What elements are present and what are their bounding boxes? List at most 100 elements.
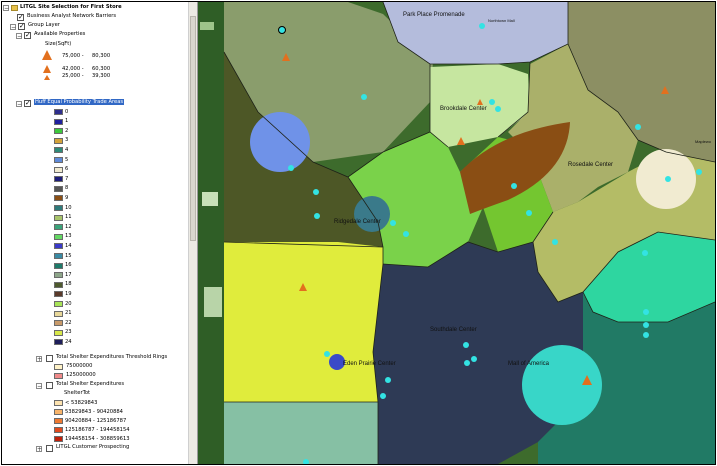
customer-point[interactable] <box>385 377 391 383</box>
trade-area-label: 0 <box>65 108 69 115</box>
customer-point[interactable] <box>380 393 386 399</box>
group-layer-checkbox[interactable]: ✓ <box>18 23 25 30</box>
trade-area-swatch <box>54 118 63 125</box>
trade-area-label: 9 <box>65 194 69 201</box>
trade-area-label: 22 <box>65 319 72 326</box>
trade-area-swatch <box>54 157 63 163</box>
trade-area-label: 2 <box>65 127 69 134</box>
customer-point[interactable] <box>526 210 532 216</box>
customer-toggle[interactable]: + <box>36 446 42 453</box>
size-class-high: 80,300 <box>92 53 111 59</box>
trade-area-swatch <box>54 166 63 173</box>
trade-area-swatch <box>54 205 63 211</box>
customer-point[interactable] <box>288 165 294 171</box>
customer-point[interactable] <box>403 231 409 237</box>
trade-area-label: 20 <box>65 300 72 307</box>
basemap-patch <box>202 192 218 206</box>
business-analyst-checkbox[interactable]: ✓ <box>17 14 24 21</box>
trade-area-label: 10 <box>65 204 72 211</box>
trade-area-swatch <box>54 301 63 307</box>
maplewood-label: Maplewo <box>695 139 712 144</box>
huff-toggle[interactable]: − <box>16 101 22 108</box>
customer-point[interactable] <box>643 322 649 328</box>
available-properties-label: Available Properties <box>34 31 86 37</box>
size-class-low: 25,000 - <box>62 73 84 79</box>
customer-point[interactable] <box>495 106 501 112</box>
customer-point[interactable] <box>279 27 285 33</box>
customer-point[interactable] <box>464 360 470 366</box>
map-view[interactable]: Park Place Promenade Northtown Mall Broo… <box>198 2 715 464</box>
shelter-rings-checkbox[interactable] <box>46 355 53 362</box>
trade-area-label: 16 <box>65 262 72 269</box>
layers-icon <box>11 5 18 11</box>
customer-point[interactable] <box>361 94 367 100</box>
customer-point[interactable] <box>643 332 649 338</box>
customer-checkbox[interactable] <box>46 445 53 452</box>
trade-area-swatch <box>54 320 63 327</box>
customer-point[interactable] <box>463 342 469 348</box>
trade-area-label: 19 <box>65 290 72 297</box>
medium-property-symbol <box>43 65 51 73</box>
scrollbar-thumb[interactable] <box>190 16 196 241</box>
trade-area-swatch <box>54 291 63 298</box>
shelter-field-label: ShelterTot <box>64 390 91 396</box>
trade-area-swatch <box>54 185 63 192</box>
ring-swatch <box>54 364 63 370</box>
customer-point[interactable] <box>643 309 649 315</box>
threshold-ring <box>354 196 390 232</box>
table-of-contents: − LITGL Site Selection for First Store ✓… <box>2 2 198 464</box>
huff-checkbox[interactable]: ✓ <box>24 100 31 107</box>
trade-area-label: 21 <box>65 310 72 317</box>
size-class-high: 39,300 <box>92 73 111 79</box>
available-properties-toggle[interactable]: − <box>16 33 22 40</box>
trade-area-label: 1 <box>65 118 69 125</box>
customer-point[interactable] <box>324 351 330 357</box>
map-document-title: LITGL Site Selection for First Store <box>20 4 122 10</box>
size-class-low: 75,000 - <box>62 53 84 59</box>
toc-scrollbar[interactable] <box>188 2 197 464</box>
trade-area-swatch <box>54 195 63 202</box>
ring-swatch <box>54 373 63 379</box>
trade-area-label: 11 <box>65 214 72 221</box>
available-properties-checkbox[interactable]: ✓ <box>24 32 31 39</box>
trade-area-swatch <box>54 253 63 259</box>
customer-point[interactable] <box>665 176 671 182</box>
shelter-exp-toggle[interactable]: − <box>36 383 42 390</box>
shelter-class-swatch <box>54 436 63 442</box>
map-canvas[interactable]: Park Place Promenade Northtown Mall Broo… <box>198 2 715 464</box>
customer-point[interactable] <box>479 23 485 29</box>
customer-point[interactable] <box>390 220 396 226</box>
trade-area-label: 17 <box>65 271 72 278</box>
customer-point[interactable] <box>552 239 558 245</box>
southdale-label: Southdale Center <box>430 327 477 333</box>
customer-point[interactable] <box>642 250 648 256</box>
customer-point[interactable] <box>489 99 495 105</box>
customer-point[interactable] <box>511 183 517 189</box>
group-layer-toggle[interactable]: − <box>10 24 16 31</box>
customer-point[interactable] <box>696 169 702 175</box>
trade-area-swatch <box>54 262 63 269</box>
trade-area-label: 12 <box>65 223 72 230</box>
shelter-class-swatch <box>54 409 63 415</box>
trade-area-swatch <box>54 109 63 115</box>
customer-point[interactable] <box>314 213 320 219</box>
shelter-exp-checkbox[interactable] <box>46 382 53 389</box>
trade-area-swatch <box>54 147 63 154</box>
shelter-rings-toggle[interactable]: + <box>36 356 42 363</box>
huff-layer-label[interactable]: Huff Equal Probability Trade Areas <box>34 98 125 107</box>
trade-area-label: 3 <box>65 137 69 144</box>
small-property-symbol <box>44 75 50 80</box>
trade-area-label: 15 <box>65 252 72 259</box>
arcmap-window: − LITGL Site Selection for First Store ✓… <box>1 1 716 465</box>
trade-area-swatch <box>54 339 63 346</box>
ring-label: 75000000 <box>66 363 93 369</box>
shelter-rings-label: Total Shelter Expenditures Threshold Rin… <box>56 354 168 360</box>
group-layer-label: Group Layer <box>28 22 60 28</box>
collapse-toggle[interactable]: − <box>3 5 9 12</box>
shelter-class-swatch <box>54 418 63 424</box>
trade-area-swatch <box>54 137 63 144</box>
trade-area-polygon <box>224 242 383 402</box>
customer-point[interactable] <box>635 124 641 130</box>
customer-point[interactable] <box>313 189 319 195</box>
customer-point[interactable] <box>471 356 477 362</box>
